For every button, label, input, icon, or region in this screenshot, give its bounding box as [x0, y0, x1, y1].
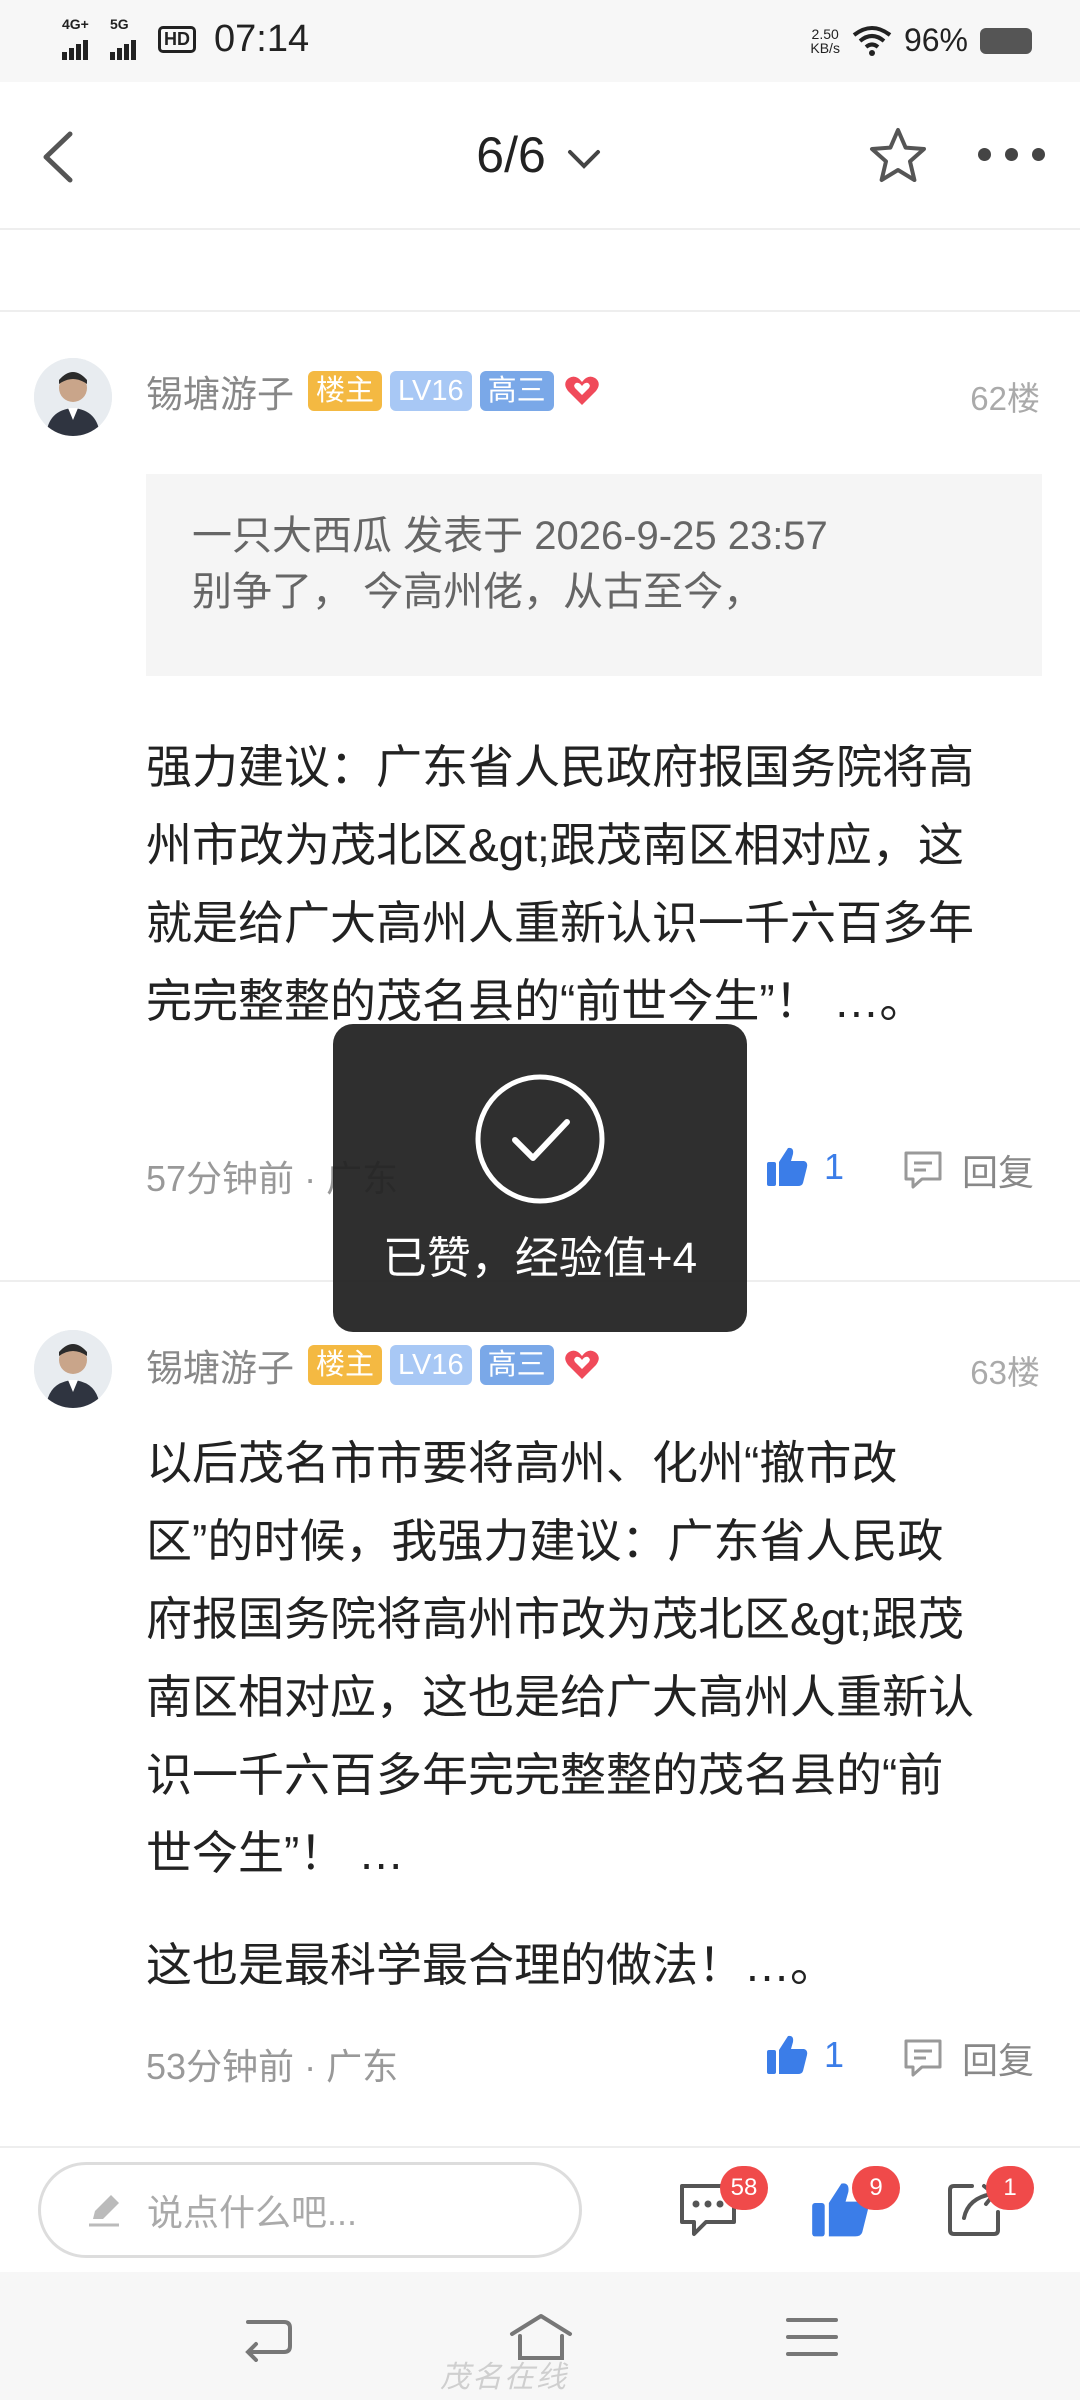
avatar[interactable] — [34, 1330, 112, 1408]
avatar[interactable] — [34, 358, 112, 436]
post-time: 53分钟前 — [146, 2046, 295, 2087]
net-speed: 2.50 KB/s — [810, 27, 840, 55]
author-row: 锡塘游子 楼主 LV16 高三 — [146, 1338, 602, 1392]
quote-header: 一只大西瓜 发表于 2026-9-25 23:57 — [192, 514, 828, 558]
battery-icon — [980, 27, 1032, 54]
share-button[interactable]: 1 — [942, 2166, 1034, 2247]
meta-separator: · — [304, 2046, 327, 2087]
post-time: 57分钟前 — [146, 1158, 295, 1199]
site-watermark: 茂名在线 — [440, 2361, 568, 2394]
avatar-image — [34, 1330, 112, 1408]
chevron-down-icon — [567, 149, 600, 169]
author-row: 锡塘游子 楼主 LV16 高三 — [146, 364, 602, 418]
thumb-up-icon — [767, 1147, 808, 1186]
signal-4g-label: 4G+ — [62, 15, 89, 32]
sys-back-icon[interactable] — [240, 2312, 296, 2362]
post-body: 强力建议：广东省人民政府报国务院将高州市改为茂北区&gt;跟茂南区相对应，这就是… — [146, 741, 974, 1027]
comments-button[interactable]: 58 — [676, 2166, 768, 2247]
comment-icon — [904, 2039, 942, 2077]
owner-badge: 楼主 — [308, 1345, 383, 1385]
status-right: 2.50 KB/s 96% — [810, 22, 1032, 59]
spacer — [0, 230, 1080, 312]
signal-5g-label: 5G — [110, 15, 129, 32]
signal-5g-icon: 5G — [110, 16, 144, 60]
sys-menu-icon[interactable] — [784, 2312, 840, 2362]
floor-number: 62楼 — [970, 380, 1040, 417]
bottom-action-bar: 说点什么吧... 58 9 1 — [0, 2146, 1080, 2272]
page-indicator-label: 6/6 — [476, 127, 546, 183]
author-name[interactable]: 锡塘游子 — [146, 1338, 294, 1392]
like-button[interactable]: 1 — [764, 2032, 844, 2078]
post-body-2: 这也是最科学最合理的做法！…。 — [146, 1939, 836, 1991]
reply-label: 回复 — [962, 2040, 1035, 2081]
edit-icon — [89, 2195, 119, 2227]
likes-count-badge: 9 — [852, 2166, 900, 2210]
reply-label: 回复 — [962, 1152, 1035, 1193]
like-count: 1 — [824, 2034, 845, 2075]
comment-icon — [904, 1151, 942, 1189]
quote-block[interactable]: 一只大西瓜 发表于 2026-9-25 23:57 别争了， 今高州佬，从古至今… — [146, 474, 1042, 676]
shares-count-badge: 1 — [986, 2166, 1034, 2210]
post-63: 锡塘游子 楼主 LV16 高三 63楼 以后茂名市市要将高州、化州“撤市改区”的… — [0, 1282, 1080, 2144]
signal-4g-icon: 4G+ — [62, 16, 96, 60]
heart-icon — [564, 376, 599, 405]
thumb-up-icon — [767, 2035, 808, 2074]
net-speed-value: 2.50 — [811, 25, 839, 42]
level-badge: LV16 — [390, 371, 472, 411]
likes-button[interactable]: 9 — [808, 2166, 900, 2247]
clock: 07:14 — [214, 18, 310, 60]
status-left: 4G+ 5G HD 07:14 — [62, 16, 310, 61]
avatar-image — [34, 358, 112, 436]
reply-button[interactable]: 回复 — [900, 1144, 1034, 1196]
hd-voice-icon: HD — [158, 26, 196, 53]
like-button[interactable]: 1 — [764, 1144, 844, 1190]
floor-number: 63楼 — [970, 1354, 1040, 1391]
star-icon[interactable] — [866, 124, 930, 188]
toast-message: 已赞，经验值+4 — [382, 1234, 698, 1283]
post-body: 以后茂名市市要将高州、化州“撤市改区”的时候，我强力建议：广东省人民政府报国务院… — [146, 1437, 974, 1879]
net-speed-unit: KB/s — [810, 39, 840, 56]
post-meta: 53分钟前 · 广东 — [146, 2038, 398, 2090]
check-icon — [475, 1074, 605, 1204]
meta-separator: · — [304, 1158, 327, 1199]
post-location: 广东 — [326, 2046, 399, 2087]
status-bar: 4G+ 5G HD 07:14 2.50 KB/s 96% — [0, 0, 1080, 82]
author-name[interactable]: 锡塘游子 — [146, 364, 294, 418]
comment-input-placeholder: 说点什么吧... — [147, 2192, 358, 2233]
wifi-icon — [852, 25, 892, 56]
comment-input[interactable]: 说点什么吧... — [38, 2162, 582, 2258]
like-count: 1 — [824, 1146, 845, 1187]
quote-text: 别争了， 今高州佬，从古至今， — [192, 570, 764, 614]
top-nav: 6/6 — [0, 82, 1080, 230]
like-toast: 已赞，经验值+4 — [333, 1024, 747, 1332]
comments-count-badge: 58 — [720, 2166, 768, 2210]
grade-badge: 高三 — [479, 371, 554, 411]
owner-badge: 楼主 — [308, 371, 383, 411]
grade-badge: 高三 — [479, 1345, 554, 1385]
battery-percent: 96% — [903, 22, 968, 58]
level-badge: LV16 — [390, 1345, 472, 1385]
heart-icon — [564, 1350, 599, 1379]
reply-button[interactable]: 回复 — [900, 2032, 1034, 2084]
more-icon[interactable] — [978, 148, 1045, 161]
